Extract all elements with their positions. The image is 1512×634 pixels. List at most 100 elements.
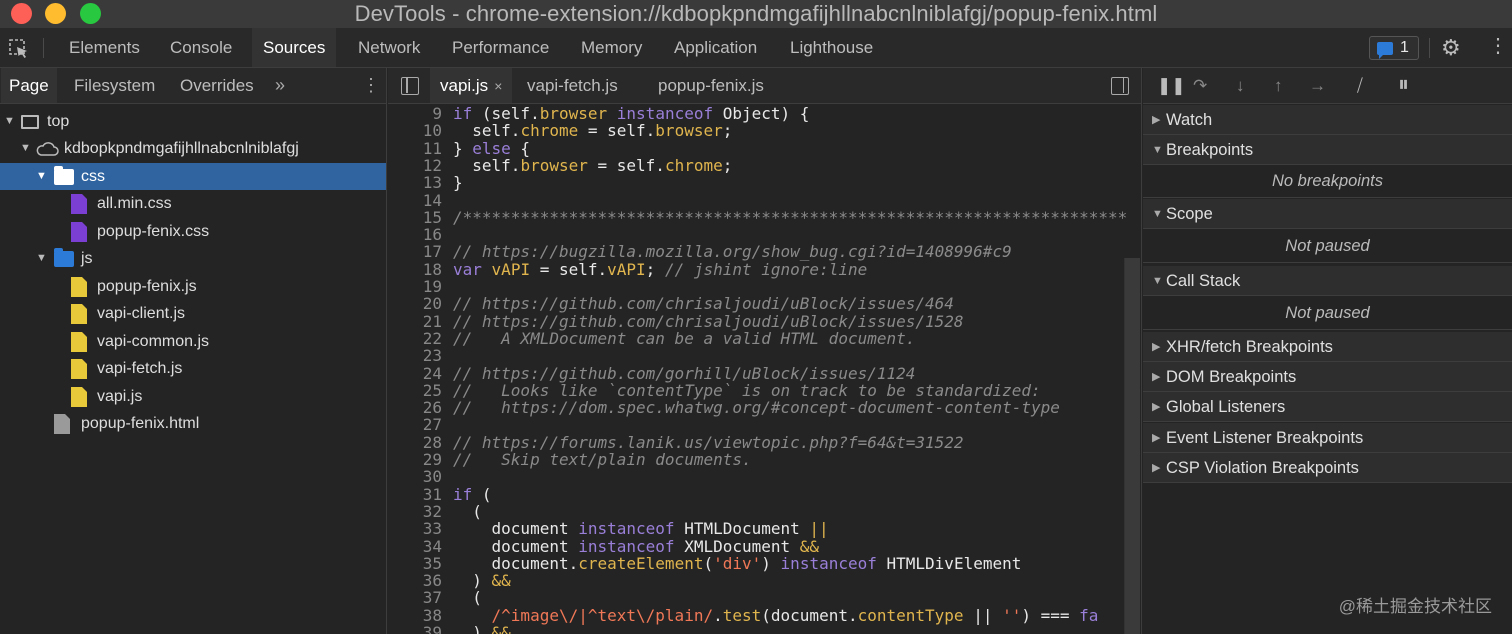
line-number[interactable]: 11 bbox=[388, 140, 442, 157]
step-out-icon[interactable]: ↑ bbox=[1274, 76, 1283, 96]
tree-item-top[interactable]: ▼ top bbox=[0, 108, 386, 135]
section-csp-violation-breakpoints[interactable]: ▶ CSP Violation Breakpoints bbox=[1143, 453, 1512, 483]
code-line[interactable]: 18 var vAPI = self.vAPI; // jshint ignore… bbox=[388, 261, 1126, 278]
code-line[interactable]: 10 self.chrome = self.browser; bbox=[388, 122, 1126, 139]
code-line[interactable]: 32 ( bbox=[388, 503, 1126, 520]
code-line[interactable]: 30 bbox=[388, 468, 1126, 485]
tab-elements[interactable]: Elements bbox=[58, 28, 151, 67]
editor-tab-vapi-js[interactable]: vapi.js × bbox=[430, 68, 513, 103]
line-number[interactable]: 28 bbox=[388, 434, 442, 451]
expand-triangle-icon[interactable]: ▼ bbox=[20, 135, 31, 162]
tab-lighthouse[interactable]: Lighthouse bbox=[779, 28, 884, 67]
line-number[interactable]: 21 bbox=[388, 313, 442, 330]
section-call-stack[interactable]: ▼ Call Stack bbox=[1143, 266, 1512, 296]
section-watch[interactable]: ▶ Watch bbox=[1143, 105, 1512, 135]
step-over-icon[interactable]: ↷ bbox=[1193, 76, 1207, 96]
pause-on-exceptions-icon[interactable]: ⏸ bbox=[1398, 73, 1409, 95]
code-line[interactable]: 24 // https://github.com/gorhill/uBlock/i… bbox=[388, 365, 1126, 382]
tab-page[interactable]: Page bbox=[1, 68, 57, 103]
tab-memory[interactable]: Memory bbox=[570, 28, 653, 67]
line-number[interactable]: 32 bbox=[388, 503, 442, 520]
tab-application[interactable]: Application bbox=[663, 28, 768, 67]
toggle-debugger-icon[interactable] bbox=[1111, 77, 1129, 95]
tree-item-origin[interactable]: ▼ kdbopkpndmgafijhllnabcnlniblafgj bbox=[0, 135, 386, 162]
code-line[interactable]: 15 /*************************************… bbox=[388, 209, 1126, 226]
line-number[interactable]: 31 bbox=[388, 486, 442, 503]
tree-item-file[interactable]: all.min.css bbox=[0, 190, 386, 217]
tree-item-css-folder[interactable]: ▼ css bbox=[0, 163, 386, 190]
code-line[interactable]: 14 bbox=[388, 192, 1126, 209]
section-breakpoints[interactable]: ▼ Breakpoints bbox=[1143, 135, 1512, 165]
section-global-listeners[interactable]: ▶ Global Listeners bbox=[1143, 392, 1512, 422]
code-line[interactable]: 23 bbox=[388, 347, 1126, 364]
line-number[interactable]: 17 bbox=[388, 243, 442, 260]
line-number[interactable]: 24 bbox=[388, 365, 442, 382]
line-number[interactable]: 22 bbox=[388, 330, 442, 347]
tree-item-file[interactable]: vapi.js bbox=[0, 383, 386, 410]
tree-item-file[interactable]: vapi-common.js bbox=[0, 328, 386, 355]
code-line[interactable]: 26 // https://dom.spec.whatwg.org/#concep… bbox=[388, 399, 1126, 416]
line-number[interactable]: 39 bbox=[388, 624, 442, 634]
line-number[interactable]: 18 bbox=[388, 261, 442, 278]
code-line[interactable]: 28 // https://forums.lanik.us/viewtopic.p… bbox=[388, 434, 1126, 451]
line-number[interactable]: 15 bbox=[388, 209, 442, 226]
line-number[interactable]: 13 bbox=[388, 174, 442, 191]
line-number[interactable]: 12 bbox=[388, 157, 442, 174]
code-line[interactable]: 27 bbox=[388, 416, 1126, 433]
tab-performance[interactable]: Performance bbox=[441, 28, 560, 67]
tab-overrides[interactable]: Overrides bbox=[172, 68, 262, 103]
code-line[interactable]: 34 document instanceof XMLDocument && bbox=[388, 538, 1126, 555]
editor-scrollbar[interactable] bbox=[1124, 258, 1140, 634]
tab-console[interactable]: Console bbox=[159, 28, 243, 67]
editor-tab-vapi-fetch-js[interactable]: vapi-fetch.js bbox=[517, 68, 628, 103]
tree-item-js-folder[interactable]: ▼ js bbox=[0, 245, 386, 272]
settings-gear-icon[interactable]: ⚙ bbox=[1441, 37, 1461, 59]
code-line[interactable]: 13} bbox=[388, 174, 1126, 191]
step-icon[interactable]: → bbox=[1309, 76, 1326, 96]
expand-triangle-icon[interactable]: ▼ bbox=[36, 163, 47, 190]
tab-sources[interactable]: Sources bbox=[252, 28, 337, 67]
line-number[interactable]: 25 bbox=[388, 382, 442, 399]
more-tabs-chevron-icon[interactable]: » bbox=[275, 75, 285, 96]
line-number[interactable]: 20 bbox=[388, 295, 442, 312]
tree-item-file[interactable]: popup-fenix.html bbox=[0, 410, 386, 437]
code-line[interactable]: 36 ) && bbox=[388, 572, 1126, 589]
code-line[interactable]: 31 if ( bbox=[388, 486, 1126, 503]
code-line[interactable]: 22 // A XMLDocument can be a valid HTML d… bbox=[388, 330, 1126, 347]
code-line[interactable]: 35 document.createElement('div') instanc… bbox=[388, 555, 1126, 572]
code-line[interactable]: 37 ( bbox=[388, 589, 1126, 606]
code-area[interactable]: 9 if (self.browser instanceof Object) {10… bbox=[388, 104, 1126, 634]
line-number[interactable]: 33 bbox=[388, 520, 442, 537]
tab-filesystem[interactable]: Filesystem bbox=[66, 68, 163, 103]
code-line[interactable]: 29 // Skip text/plain documents. bbox=[388, 451, 1126, 468]
line-number[interactable]: 10 bbox=[388, 122, 442, 139]
code-line[interactable]: 16 bbox=[388, 226, 1126, 243]
line-number[interactable]: 16 bbox=[388, 226, 442, 243]
section-scope[interactable]: ▼ Scope bbox=[1143, 199, 1512, 229]
toggle-navigator-icon[interactable] bbox=[401, 77, 419, 95]
issues-counter-button[interactable]: 1 bbox=[1369, 36, 1419, 60]
line-number[interactable]: 19 bbox=[388, 278, 442, 295]
section-event-listener-breakpoints[interactable]: ▶ Event Listener Breakpoints bbox=[1143, 423, 1512, 453]
inspect-element-icon[interactable] bbox=[8, 38, 30, 60]
expand-triangle-icon[interactable]: ▼ bbox=[36, 245, 47, 272]
code-line[interactable]: 21 // https://github.com/chrisaljoudi/uBl… bbox=[388, 313, 1126, 330]
line-number[interactable]: 36 bbox=[388, 572, 442, 589]
navigator-menu-icon[interactable]: ⋮ bbox=[362, 75, 380, 96]
deactivate-breakpoints-icon[interactable]: ⧸ bbox=[1357, 76, 1363, 96]
section-xhr-fetch-breakpoints[interactable]: ▶ XHR/fetch Breakpoints bbox=[1143, 332, 1512, 362]
line-number[interactable]: 35 bbox=[388, 555, 442, 572]
tree-item-file[interactable]: vapi-fetch.js bbox=[0, 355, 386, 382]
pause-icon[interactable]: ❚❚ bbox=[1157, 76, 1186, 96]
code-line[interactable]: 19 bbox=[388, 278, 1126, 295]
tree-item-file[interactable]: popup-fenix.css bbox=[0, 218, 386, 245]
line-number[interactable]: 23 bbox=[388, 347, 442, 364]
step-into-icon[interactable]: ↓ bbox=[1236, 76, 1245, 96]
code-line[interactable]: 11} else { bbox=[388, 140, 1126, 157]
code-line[interactable]: 39 ) && bbox=[388, 624, 1126, 634]
line-number[interactable]: 9 bbox=[388, 105, 442, 122]
line-number[interactable]: 14 bbox=[388, 192, 442, 209]
close-tab-icon[interactable]: × bbox=[494, 78, 502, 94]
line-number[interactable]: 29 bbox=[388, 451, 442, 468]
line-number[interactable]: 26 bbox=[388, 399, 442, 416]
